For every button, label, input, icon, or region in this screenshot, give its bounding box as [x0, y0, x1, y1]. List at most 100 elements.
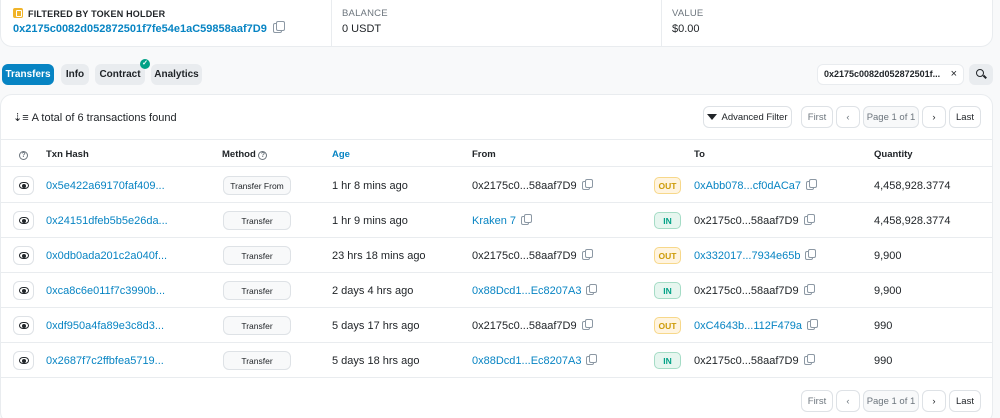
- tab-contract[interactable]: Contract ✓: [95, 59, 150, 85]
- transactions-total: ⇣≡ A total of 6 transactions found: [13, 111, 177, 124]
- copy-icon[interactable]: [803, 284, 815, 295]
- tab-transfers[interactable]: Transfers: [2, 64, 54, 85]
- pagination-last-bottom[interactable]: Last: [949, 390, 981, 412]
- from-address: 0x88Dcd1...Ec8207A3: [472, 343, 598, 378]
- value-amount: $0.00: [672, 23, 700, 35]
- copy-icon[interactable]: [806, 179, 818, 190]
- direction-badge: IN: [654, 352, 681, 369]
- txn-hash-link[interactable]: 0x2687f7c2ffbfea5719...: [46, 343, 164, 378]
- table-header: ? Txn Hash Method ? Age From To Quantity: [1, 139, 992, 167]
- table-row: 0xca8c6e011f7c3990b... Transfer 2 days 4 h…: [1, 273, 992, 308]
- holder-address-link[interactable]: 0x2175c0082d052872501f7fe54e1aC59858aaf7…: [13, 23, 267, 35]
- copy-icon[interactable]: [803, 354, 815, 365]
- from-address-text[interactable]: 0x88Dcd1...Ec8207A3: [472, 285, 581, 297]
- help-icon[interactable]: ?: [19, 149, 28, 160]
- table-row: 0x0db0ada201c2a040f... Transfer 23 hrs 18 …: [1, 238, 992, 273]
- token-holder-summary: FILTERED BY TOKEN HOLDER 0x2175c0082d052…: [0, 0, 993, 47]
- method-badge: Transfer: [223, 211, 291, 230]
- pagination-first[interactable]: First: [801, 106, 833, 128]
- balance-title: BALANCE: [342, 8, 388, 19]
- direction-badge: OUT: [654, 247, 681, 264]
- pagination-prev-bottom[interactable]: ‹: [836, 390, 860, 412]
- pagination-last[interactable]: Last: [949, 106, 981, 128]
- search-button[interactable]: [969, 64, 993, 85]
- txn-hash-link[interactable]: 0xca8c6e011f7c3990b...: [46, 273, 165, 308]
- to-address-text: 0x2175c0...58aaf7D9: [694, 354, 799, 367]
- copy-icon[interactable]: [581, 249, 593, 260]
- method-badge: Transfer: [223, 351, 291, 370]
- from-address-text: 0x2175c0...58aaf7D9: [472, 179, 577, 192]
- from-address-text[interactable]: 0x88Dcd1...Ec8207A3: [472, 355, 581, 367]
- to-address: 0xC4643b...112F479a: [694, 308, 819, 343]
- filtered-title: FILTERED BY TOKEN HOLDER: [13, 8, 165, 19]
- quantity-value: 4,458,928.3774: [874, 179, 951, 192]
- advanced-filter-button[interactable]: Advanced Filter: [703, 106, 792, 128]
- txn-hash-link[interactable]: 0x24151dfeb5b5e26da...: [46, 203, 168, 238]
- table-row: 0x24151dfeb5b5e26da... Transfer 1 hr 9 min…: [1, 203, 992, 238]
- view-details-button[interactable]: [13, 281, 34, 300]
- to-address: 0x332017...7934e65b: [694, 238, 817, 273]
- to-address: 0x2175c0...58aaf7D9: [694, 343, 815, 378]
- txn-hash-link[interactable]: 0xdf950a4fa89e3c8d3...: [46, 308, 164, 343]
- pagination-next[interactable]: ›: [922, 106, 946, 128]
- tab-contract-label: Contract: [99, 69, 141, 80]
- verified-check-icon: ✓: [140, 59, 150, 69]
- pagination-next-bottom[interactable]: ›: [922, 390, 946, 412]
- txn-hash-link[interactable]: 0x5e422a69170faf409...: [46, 168, 165, 203]
- table-row: 0x5e422a69170faf409... Transfer From 1 hr …: [1, 168, 992, 203]
- to-address-text[interactable]: 0xAbb078...cf0dACa7: [694, 180, 801, 192]
- to-address: 0x2175c0...58aaf7D9: [694, 203, 815, 238]
- copy-icon[interactable]: [805, 249, 817, 260]
- value-title: VALUE: [672, 8, 704, 19]
- table-row: 0x2687f7c2ffbfea5719... Transfer 5 days 18…: [1, 343, 992, 378]
- tab-info[interactable]: Info: [61, 64, 89, 85]
- method-badge: Transfer From: [223, 176, 291, 195]
- to-address: 0xAbb078...cf0dACa7: [694, 168, 818, 203]
- col-to: To: [694, 149, 705, 160]
- method-badge: Transfer: [223, 246, 291, 265]
- pagination-first-bottom[interactable]: First: [801, 390, 833, 412]
- from-address: 0x2175c0...58aaf7D9: [472, 238, 593, 273]
- copy-icon[interactable]: [807, 319, 819, 330]
- age-text: 1 hr 8 mins ago: [332, 179, 408, 192]
- to-address-text: 0x2175c0...58aaf7D9: [694, 284, 799, 297]
- pagination-prev[interactable]: ‹: [836, 106, 860, 128]
- view-details-button[interactable]: [13, 211, 34, 230]
- copy-icon[interactable]: [581, 179, 593, 190]
- age-text: 2 days 4 hrs ago: [332, 284, 414, 297]
- table-row: 0xdf950a4fa89e3c8d3... Transfer 5 days 17 …: [1, 308, 992, 343]
- advanced-filter-label: Advanced Filter: [721, 111, 788, 123]
- balance-value: 0 USDT: [342, 23, 382, 35]
- copy-icon[interactable]: [581, 319, 593, 330]
- holder-address-row: 0x2175c0082d052872501f7fe54e1aC59858aaf7…: [13, 21, 285, 35]
- view-details-button[interactable]: [13, 176, 34, 195]
- filtered-holder-section: FILTERED BY TOKEN HOLDER 0x2175c0082d052…: [13, 0, 331, 47]
- quantity-value: 9,900: [874, 284, 902, 297]
- copy-icon[interactable]: [272, 21, 285, 33]
- view-details-button[interactable]: [13, 316, 34, 335]
- col-method: Method ?: [222, 149, 268, 160]
- address-filter-chip: 0x2175c0082d052872501f... ×: [817, 64, 964, 85]
- col-from: From: [472, 149, 496, 160]
- tab-analytics[interactable]: Analytics: [151, 64, 202, 85]
- transfers-card: ⇣≡ A total of 6 transactions found Advanc…: [0, 94, 993, 418]
- view-details-button[interactable]: [13, 246, 34, 265]
- to-address-text[interactable]: 0x332017...7934e65b: [694, 250, 800, 262]
- copy-icon[interactable]: [586, 284, 598, 295]
- view-details-button[interactable]: [13, 351, 34, 370]
- to-address-text: 0x2175c0...58aaf7D9: [694, 214, 799, 227]
- txn-hash-link[interactable]: 0x0db0ada201c2a040f...: [46, 238, 167, 273]
- from-address-text[interactable]: Kraken 7: [472, 215, 516, 227]
- from-address: 0x2175c0...58aaf7D9: [472, 168, 593, 203]
- total-text: A total of 6 transactions found: [31, 112, 177, 124]
- method-help-icon[interactable]: ?: [258, 151, 268, 160]
- pagination-page-indicator: Page 1 of 1: [863, 106, 919, 128]
- close-icon[interactable]: ×: [951, 65, 957, 84]
- copy-icon[interactable]: [521, 214, 533, 225]
- col-age[interactable]: Age: [332, 149, 350, 160]
- to-address-text[interactable]: 0xC4643b...112F479a: [694, 320, 802, 332]
- copy-icon[interactable]: [803, 214, 815, 225]
- copy-icon[interactable]: [586, 354, 598, 365]
- sort-icon: ⇣≡: [13, 112, 29, 124]
- quantity-value: 9,900: [874, 249, 902, 262]
